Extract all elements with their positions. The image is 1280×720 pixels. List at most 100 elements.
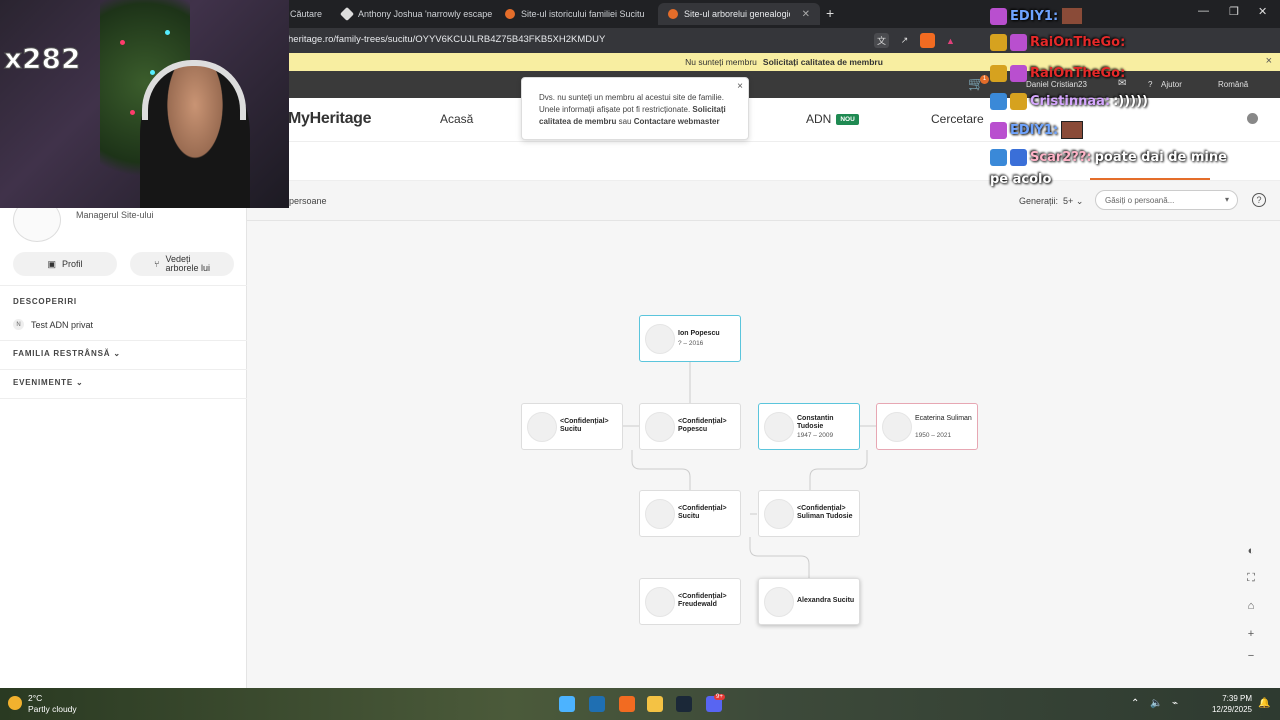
sidebar: Managerul Site-ului ▣ Profil ⑂ Vedeți arbor…	[0, 198, 247, 688]
home-icon[interactable]: ⌂	[1242, 597, 1260, 615]
divider	[0, 340, 247, 341]
site-manager-label: Managerul Site-ului	[76, 210, 154, 220]
request-membership-link[interactable]: calitatea de membru	[539, 117, 616, 126]
chat-message: EDIY1:	[990, 7, 1084, 25]
view-tree-button[interactable]: ⑂ Vedeți arborele lui	[130, 252, 234, 276]
share-icon[interactable]: ↗	[897, 33, 912, 48]
person-card[interactable]: <Confidențial> Sucitu	[521, 403, 623, 450]
network-icon[interactable]: ⌁	[1172, 698, 1178, 709]
nav-dna[interactable]: ADN NOU	[806, 112, 859, 126]
taskbar: 2°C Partly cloudy 9+ ⌃ 🔈 ⌁ 7:39 PM 12/29/2…	[0, 688, 1280, 720]
zoom-out-button[interactable]: −	[1242, 647, 1260, 665]
fullscreen-icon[interactable]: ⛶	[1242, 569, 1260, 587]
settings-icon[interactable]	[1247, 113, 1258, 124]
weather-widget[interactable]: 2°C Partly cloudy	[8, 693, 77, 715]
chevron-down-icon: ⌄	[76, 378, 84, 387]
close-window-icon[interactable]: ✕	[1258, 5, 1267, 18]
tab-family-history[interactable]: Site-ul istoricului familiei Sucitu	[495, 3, 655, 25]
clock[interactable]: 7:39 PM 12/29/2025	[1212, 693, 1252, 715]
person-card[interactable]: Constantin Tudosie 1947 – 2009	[758, 403, 860, 450]
avatar	[764, 587, 794, 617]
brave-rewards-icon[interactable]: ▲	[943, 33, 958, 48]
request-membership-link[interactable]: Solicitați calitatea de membru	[763, 57, 883, 67]
badge-icon	[990, 149, 1007, 166]
tooltip-close-icon[interactable]: ×	[737, 81, 743, 93]
restricted-info-tooltip: × Dvs. nu sunteți un membru al acestui s…	[521, 77, 749, 140]
chat-message: RaiOnTheGo:	[990, 34, 1125, 51]
chat-message: EDIY1:	[990, 121, 1084, 139]
family-tree-canvas[interactable]: Ion Popescu? – 2016 <Confidențial> Sucit…	[247, 221, 1280, 688]
chat-message: RaiOnTheGo:	[990, 65, 1125, 82]
events-toggle[interactable]: EVENIMENTE ⌄	[13, 378, 84, 387]
chat-message: Cristinnaa::)))))	[990, 93, 1148, 110]
zoom-in-button[interactable]: +	[1242, 625, 1260, 643]
new-tab-button[interactable]: +	[826, 5, 834, 21]
divider	[0, 398, 247, 399]
avatar	[645, 587, 675, 617]
tab-anthony-joshua[interactable]: Anthony Joshua 'narrowly escapes de	[332, 3, 492, 25]
maximize-icon[interactable]: ❐	[1229, 5, 1239, 18]
chat-message: pe acolo	[990, 172, 1052, 187]
generations-select[interactable]: Generații: 5+ ⌄	[1019, 196, 1083, 207]
person-card[interactable]: <Confidențial> Suliman Tudosie	[758, 490, 860, 537]
myheritage-icon	[668, 9, 678, 19]
notification-icon[interactable]: 🔔	[1258, 698, 1270, 709]
avatar	[764, 499, 794, 529]
palette-icon[interactable]: ◐	[1242, 542, 1260, 560]
nav-home[interactable]: Acasă	[440, 112, 473, 126]
tab-family-tree[interactable]: Site-ul arborelui genealogic per✕	[658, 3, 820, 25]
divider	[0, 285, 247, 286]
cart-badge: 1	[980, 75, 989, 84]
translate-icon[interactable]: 文	[874, 33, 889, 48]
volume-icon[interactable]: 🔈	[1150, 698, 1162, 709]
profile-icon: ▣	[47, 258, 56, 269]
contact-webmaster-link[interactable]: Contactare webmaster	[634, 117, 720, 126]
crown-icon	[990, 65, 1007, 82]
webcam-overlay: x282	[0, 0, 289, 208]
badge-icon	[990, 7, 1007, 25]
immediate-family-toggle[interactable]: FAMILIA RESTRÂNSĂ ⌄	[13, 349, 121, 358]
tree-icon: ⑂	[154, 258, 160, 269]
person-card[interactable]: <Confidențial> Freudewald	[639, 578, 741, 625]
person-card[interactable]: <Confidențial> Sucitu	[639, 490, 741, 537]
close-tab-icon[interactable]: ✕	[802, 9, 810, 20]
dna-test-link[interactable]: N Test ADN privat	[13, 319, 93, 330]
divider	[0, 369, 247, 370]
language-menu[interactable]: Română	[1218, 80, 1248, 89]
help-icon[interactable]: ?	[1148, 80, 1152, 89]
start-icon[interactable]	[559, 696, 575, 712]
brave-icon[interactable]	[619, 696, 635, 712]
female-avatar	[882, 412, 912, 442]
help-menu[interactable]: Ajutor	[1161, 80, 1182, 89]
avatar	[645, 412, 675, 442]
badge-icon	[990, 121, 1007, 139]
crown-icon	[990, 34, 1007, 51]
avatar	[645, 499, 675, 529]
file-explorer-icon[interactable]	[647, 696, 663, 712]
help-icon[interactable]: ?	[1252, 193, 1266, 207]
notice-close-icon[interactable]: ×	[1266, 55, 1272, 67]
person-card-focused[interactable]: Alexandra Sucitu	[758, 578, 860, 625]
chevron-down-icon: ▾	[1224, 195, 1229, 204]
task-view-icon[interactable]	[589, 696, 605, 712]
weather-icon	[8, 696, 22, 710]
person-card[interactable]: Ion Popescu? – 2016	[639, 315, 741, 362]
minimize-icon[interactable]: —	[1198, 5, 1209, 17]
badge-icon	[1010, 34, 1027, 51]
url-field[interactable]: heritage.ro/family-trees/sucitu/OYYV6KCU…	[288, 34, 605, 45]
find-person-input[interactable]: Găsiți o persoană... ▾	[1095, 190, 1238, 210]
person-card[interactable]: <Confidențial> Popescu	[639, 403, 741, 450]
sub-counter: x282	[4, 42, 82, 76]
myheritage-logo[interactable]: MyHeritage	[288, 110, 372, 128]
discoveries-heading: DESCOPERIRI	[13, 297, 77, 306]
brave-shield-icon[interactable]	[920, 33, 935, 48]
person-card[interactable]: Ecaterina Suliman 1950 – 2021	[876, 403, 978, 450]
active-tab-indicator	[1090, 178, 1210, 180]
profile-button[interactable]: ▣ Profil	[13, 252, 117, 276]
request-membership-link[interactable]: Solicitați	[692, 105, 725, 114]
avatar	[764, 412, 794, 442]
discord-badge: 9+	[714, 694, 725, 700]
nav-research[interactable]: Cercetare	[931, 112, 984, 126]
chevron-up-icon[interactable]: ⌃	[1131, 698, 1139, 709]
steam-icon[interactable]	[676, 696, 692, 712]
